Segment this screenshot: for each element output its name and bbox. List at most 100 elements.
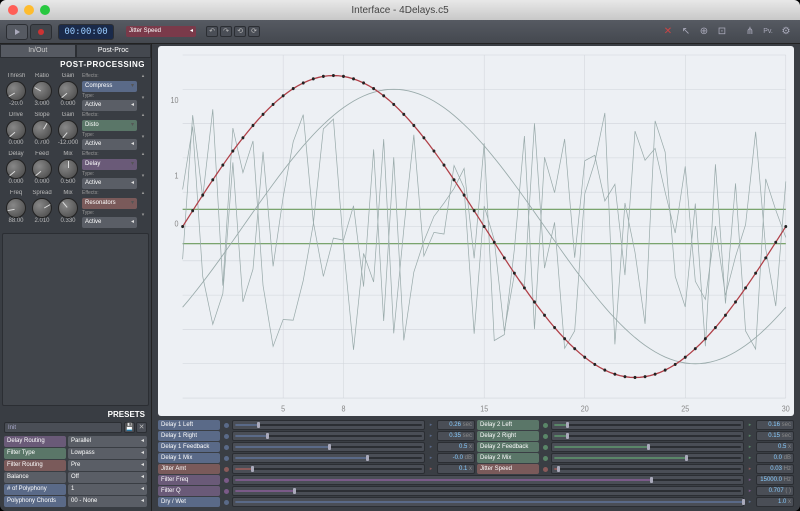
param-label-button[interactable]: Delay 2 Left [477,420,539,430]
preview-icon[interactable]: Pv. [760,24,776,40]
param-enable-dot[interactable] [222,475,230,485]
disconnect-icon[interactable]: ✕ [660,24,676,40]
param-slider[interactable] [232,464,425,474]
knob[interactable] [6,198,26,218]
zoom-tool-icon[interactable]: ⊕ [696,24,712,40]
param-slider[interactable] [232,442,425,452]
play-icon[interactable]: ▸ [746,442,754,452]
param-value[interactable]: 0.0 dB [756,453,794,463]
knob[interactable] [32,81,52,101]
redo-icon[interactable]: ↷ [220,26,232,37]
param-label-button[interactable]: Delay 1 Feedback [158,442,220,452]
param-value[interactable]: 1.0 x [756,497,794,507]
record-button[interactable] [30,24,52,40]
param-value[interactable]: 0.5 x [437,442,475,452]
preset-param-value[interactable]: Parallel◂ [68,436,147,447]
param-value[interactable]: 0.16 sec [756,420,794,430]
play-icon[interactable]: ▸ [427,420,435,430]
parameter-graph[interactable]: 58152025301010 [158,46,794,416]
param-label-button[interactable]: Filter Freq [158,475,220,485]
param-slider[interactable] [232,420,425,430]
param-label-button[interactable]: Delay 1 Right [158,431,220,441]
knob[interactable] [58,159,78,179]
preset-select[interactable]: Init [4,422,122,433]
param-enable-dot[interactable] [222,497,230,507]
undo-icon[interactable]: ↶ [206,26,218,37]
play-icon[interactable]: ▸ [746,475,754,485]
play-icon[interactable]: ▸ [427,464,435,474]
knob[interactable] [6,159,26,179]
param-enable-dot[interactable] [541,464,549,474]
preset-param-value[interactable]: 00 - None◂ [68,496,147,507]
param-label-button[interactable]: Delay 2 Right [477,431,539,441]
knob[interactable] [32,159,52,179]
play-icon[interactable]: ▸ [427,431,435,441]
param-slider[interactable] [551,464,744,474]
save-preset-icon[interactable]: 💾 [124,422,135,433]
effect-select[interactable]: Resonators▾ [82,198,137,209]
param-enable-dot[interactable] [222,464,230,474]
param-label-button[interactable]: Delay 1 Left [158,420,220,430]
param-value[interactable]: 0.26 sec [437,420,475,430]
param-value[interactable]: 0.03 Hz [756,464,794,474]
param-label-button[interactable]: Jitter Speed [477,464,539,474]
param-value[interactable]: 0.1 x [437,464,475,474]
knob[interactable] [58,81,78,101]
param-slider[interactable] [232,497,744,507]
effect-type-select[interactable]: Active◂ [82,178,137,189]
param-enable-dot[interactable] [222,486,230,496]
param-label-button[interactable]: Delay 2 Mix [477,453,539,463]
play-icon[interactable]: ▸ [746,486,754,496]
param-enable-dot[interactable] [541,420,549,430]
param-slider[interactable] [551,420,744,430]
param-value[interactable]: 0.35 sec [437,431,475,441]
param-slider[interactable] [232,453,425,463]
param-label-button[interactable]: Delay 2 Feedback [477,442,539,452]
effect-type-select[interactable]: Active◂ [82,139,137,150]
gear-icon[interactable]: ⚙ [778,24,794,40]
play-icon[interactable]: ▸ [427,453,435,463]
cursor-icon[interactable]: ↖ [678,24,694,40]
play-icon[interactable]: ▸ [746,420,754,430]
loop-icon[interactable]: ⟳ [248,26,260,37]
play-icon[interactable]: ▸ [746,464,754,474]
timecode-display[interactable]: 00:00:00 [58,24,114,40]
play-icon[interactable]: ▸ [746,431,754,441]
param-label-button[interactable]: Jitter Amt [158,464,220,474]
effect-select[interactable]: Delay▾ [82,159,137,170]
param-enable-dot[interactable] [222,442,230,452]
preset-param-value[interactable]: Lowpass◂ [68,448,147,459]
param-slider[interactable] [232,431,425,441]
param-slider[interactable] [551,431,744,441]
signal-icon[interactable]: ⋔ [742,24,758,40]
param-value[interactable]: 0.5 x [756,442,794,452]
param-slider[interactable] [551,442,744,452]
param-enable-dot[interactable] [541,442,549,452]
param-label-button[interactable]: Filter Q [158,486,220,496]
param-enable-dot[interactable] [541,453,549,463]
tab-postproc[interactable]: Post-Proc [76,44,152,58]
param-slider[interactable] [551,453,744,463]
param-value[interactable]: 0.707 ( ) [756,486,794,496]
play-icon[interactable]: ▸ [746,453,754,463]
effect-type-select[interactable]: Active◂ [82,217,137,228]
param-value[interactable]: 0.15 sec [756,431,794,441]
knob[interactable] [32,120,52,140]
knob[interactable] [32,198,52,218]
fit-icon[interactable]: ⊡ [714,24,730,40]
param-value[interactable]: 15000.0 Hz [756,475,794,485]
param-label-button[interactable]: Dry / Wet [158,497,220,507]
param-enable-dot[interactable] [541,431,549,441]
param-label-button[interactable]: Delay 1 Mix [158,453,220,463]
knob[interactable] [6,81,26,101]
preset-param-value[interactable]: Pre◂ [68,460,147,471]
play-icon[interactable]: ▸ [746,497,754,507]
param-enable-dot[interactable] [222,453,230,463]
param-enable-dot[interactable] [222,431,230,441]
param-slider[interactable] [232,475,744,485]
history-icon[interactable]: ⟲ [234,26,246,37]
delete-preset-icon[interactable]: ✕ [136,422,147,433]
param-value[interactable]: -0.0 dB [437,453,475,463]
preset-param-value[interactable]: Off◂ [68,472,147,483]
param-enable-dot[interactable] [222,420,230,430]
